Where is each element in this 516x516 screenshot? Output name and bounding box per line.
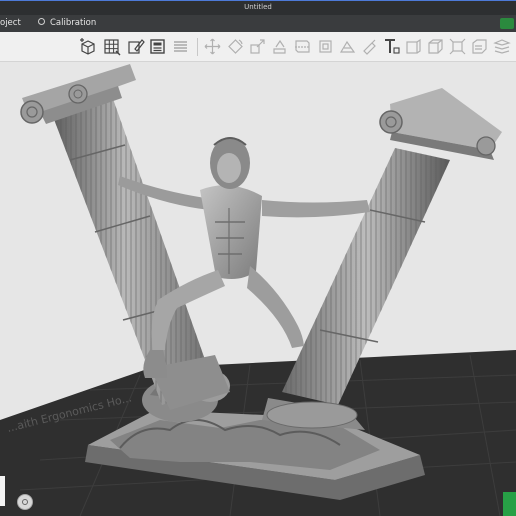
- right-panel-edge[interactable]: [503, 492, 516, 516]
- tab-calibration[interactable]: Calibration: [38, 15, 96, 32]
- tab-project[interactable]: oject: [0, 15, 21, 32]
- rotate-icon[interactable]: [226, 37, 245, 56]
- arrange-icon[interactable]: [470, 37, 489, 56]
- toolbar-separator: [197, 38, 198, 56]
- calibration-icon: [38, 18, 45, 25]
- assemble-icon[interactable]: [426, 37, 445, 56]
- view-cube-button[interactable]: [17, 494, 33, 510]
- title-bar: Untitled: [0, 0, 516, 15]
- split-icon[interactable]: [448, 37, 467, 56]
- text-icon[interactable]: [382, 37, 401, 56]
- seam-icon[interactable]: [338, 37, 357, 56]
- tab-bar: oject Calibration: [0, 15, 516, 32]
- add-cube-icon[interactable]: [78, 37, 97, 56]
- edit-model-icon[interactable]: [126, 37, 145, 56]
- status-badge: [500, 18, 514, 29]
- slice-panel-icon[interactable]: [148, 37, 167, 56]
- left-panel-edge: [0, 476, 5, 506]
- window-title: Untitled: [244, 3, 272, 11]
- left-column[interactable]: [20, 64, 230, 410]
- move-icon[interactable]: [203, 37, 222, 56]
- 3d-viewport[interactable]: ...aith Ergonomics Ho...: [0, 62, 516, 516]
- layers-icon[interactable]: [492, 37, 511, 56]
- measure-icon[interactable]: [404, 37, 423, 56]
- paint-icon[interactable]: [360, 37, 379, 56]
- support-icon[interactable]: [316, 37, 335, 56]
- place-face-icon[interactable]: [270, 37, 289, 56]
- cut-icon[interactable]: [293, 37, 312, 56]
- list-icon[interactable]: [171, 37, 190, 56]
- scale-icon[interactable]: [248, 37, 267, 56]
- grid-layout-icon[interactable]: [102, 37, 121, 56]
- tab-calibration-label: Calibration: [50, 18, 97, 28]
- toolbar: [0, 32, 516, 62]
